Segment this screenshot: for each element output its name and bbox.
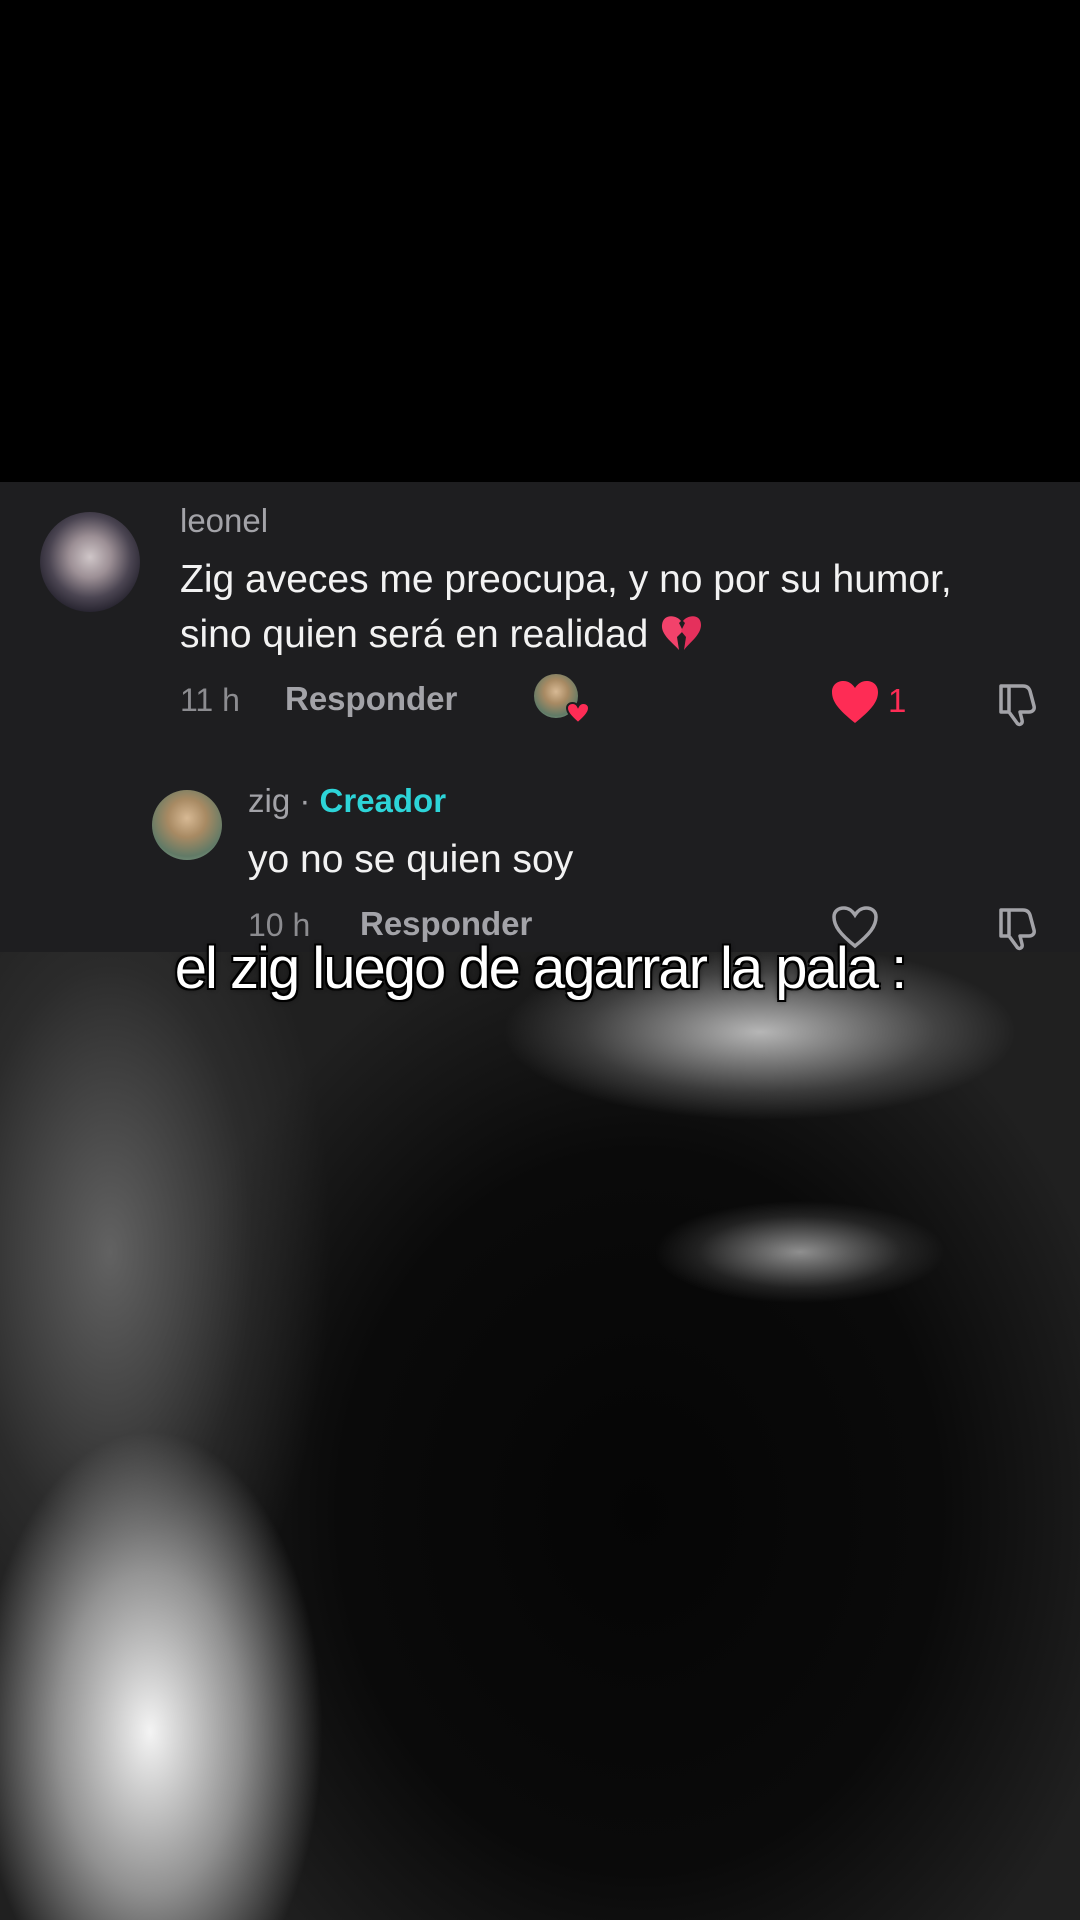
avatar-leonel[interactable] bbox=[40, 512, 140, 612]
heart-icon bbox=[566, 702, 590, 724]
reply-button[interactable]: Responder bbox=[285, 680, 457, 718]
creator-liked-indicator bbox=[534, 674, 590, 724]
comment-username[interactable]: leonel bbox=[180, 502, 268, 540]
comment-screenshot: leonel Zig aveces me preocupa, y no por … bbox=[0, 482, 1080, 952]
reply-text: yo no se quien soy bbox=[248, 838, 574, 881]
creator-badge: Creador bbox=[319, 782, 447, 819]
reply-username[interactable]: zig bbox=[248, 782, 290, 819]
broken-heart-icon bbox=[662, 616, 702, 650]
video-caption: el zig luego de agarrar la pala : bbox=[174, 936, 907, 1001]
avatar-zig[interactable] bbox=[152, 790, 222, 860]
dislike-icon[interactable] bbox=[993, 678, 1043, 728]
background-photo bbox=[0, 952, 1080, 1920]
comment-body: Zig aveces me preocupa, y no por su humo… bbox=[180, 558, 952, 656]
video-frame: leonel Zig aveces me preocupa, y no por … bbox=[0, 0, 1080, 1920]
comment-timestamp: 11 h bbox=[180, 682, 240, 718]
like-heart-icon[interactable] bbox=[830, 679, 880, 725]
like-count: 1 bbox=[888, 682, 907, 719]
comment-text-leonel: Zig aveces me preocupa, y no por su humo… bbox=[180, 552, 960, 662]
username-separator: · bbox=[290, 782, 320, 819]
reply-username-row: zig · Creador bbox=[248, 782, 446, 820]
